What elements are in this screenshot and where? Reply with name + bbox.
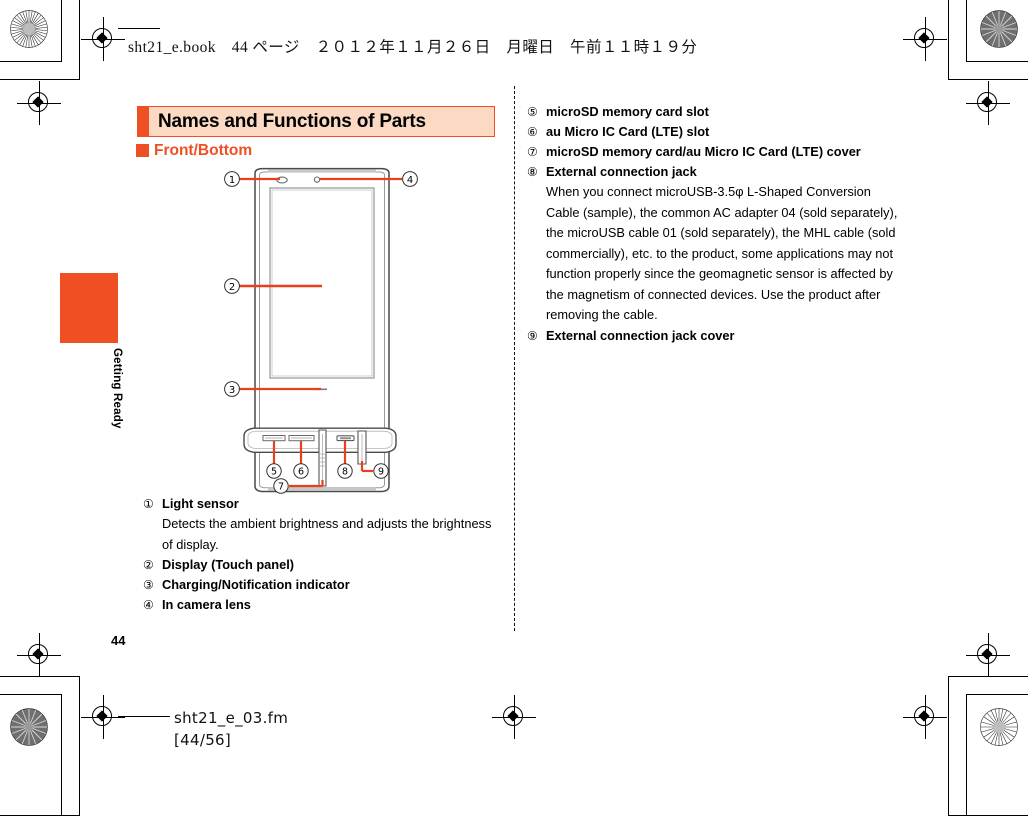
parts-list-item-term: au Micro IC Card (LTE) slot bbox=[546, 124, 710, 139]
parts-list-item-number: ① bbox=[143, 497, 154, 511]
registration-mark-top-right-lower bbox=[966, 81, 1010, 125]
device-bottom-edge-diagram: 5 6 7 8 9 bbox=[240, 424, 400, 494]
parts-list-item-number: ⑧ bbox=[527, 165, 538, 179]
parts-list-item-body: Display (Touch panel) bbox=[162, 555, 493, 575]
footer-page-range: [44/56] bbox=[174, 731, 232, 749]
parts-list-item-number: ⑤ bbox=[527, 105, 538, 119]
parts-list-item-body: Light sensor Detects the ambient brightne… bbox=[162, 494, 493, 555]
parts-list-item-body: Charging/Notification indicator bbox=[162, 575, 493, 595]
parts-list-item-number: ② bbox=[143, 558, 154, 572]
parts-list-item-term: Light sensor bbox=[162, 496, 239, 511]
parts-list-item: ⑤ microSD memory card slot bbox=[527, 102, 902, 122]
header-filename-date: sht21_e.book 44 ページ ２０１２年１１月２６日 月曜日 午前１１… bbox=[128, 39, 698, 56]
chapter-tab-label: Getting Ready bbox=[111, 348, 123, 429]
parts-list-item-term: Charging/Notification indicator bbox=[162, 577, 350, 592]
parts-list-item: ① Light sensor Detects the ambient brightn… bbox=[143, 494, 493, 555]
print-starburst-bottom-left bbox=[10, 708, 48, 746]
registration-mark-bottom-right bbox=[966, 633, 1010, 677]
parts-list-item: ⑧ External connection jack When you connec… bbox=[527, 162, 902, 326]
section-title-accent-block bbox=[138, 107, 149, 136]
crop-box-bottom-right bbox=[966, 694, 1028, 816]
parts-list-item: ⑥ au Micro IC Card (LTE) slot bbox=[527, 122, 902, 142]
svg-text:2: 2 bbox=[229, 282, 235, 293]
print-starburst-top-right bbox=[980, 10, 1018, 48]
parts-list-item-body: External connection jack When you connect… bbox=[546, 162, 902, 326]
parts-list-item: ③ Charging/Notification indicator bbox=[143, 575, 493, 595]
crop-box-bottom-left bbox=[0, 694, 62, 816]
registration-mark-bottom-center bbox=[492, 695, 536, 739]
crop-box-top-right-inner bbox=[948, 0, 1028, 80]
svg-text:5: 5 bbox=[271, 467, 277, 478]
svg-text:3: 3 bbox=[229, 385, 235, 396]
parts-list-item-number: ④ bbox=[143, 598, 154, 612]
crop-box-bottom-right-inner bbox=[948, 676, 1028, 816]
parts-list-item-term: microSD memory card/au Micro IC Card (LT… bbox=[546, 144, 861, 159]
footer-file-info: sht21_e_03.fm [44/56] bbox=[174, 707, 288, 751]
footer-filename: sht21_e_03.fm bbox=[174, 709, 289, 727]
page-number: 44 bbox=[111, 633, 126, 648]
header-rule bbox=[118, 28, 160, 30]
svg-text:6: 6 bbox=[298, 467, 304, 478]
section-title-bar: Names and Functions of Parts bbox=[137, 106, 495, 137]
parts-list-item: ⑨ External connection jack cover bbox=[527, 326, 902, 346]
parts-list-right: ⑤ microSD memory card slot ⑥ au Micro IC Ca… bbox=[527, 102, 902, 346]
chapter-tab-block bbox=[60, 273, 118, 343]
svg-text:8: 8 bbox=[342, 467, 348, 478]
footer-rule bbox=[118, 716, 170, 718]
registration-mark-top-left-lower bbox=[17, 81, 61, 125]
crop-box-top-left bbox=[0, 0, 62, 62]
print-starburst-top-left bbox=[10, 10, 48, 48]
parts-list-item-number: ⑨ bbox=[527, 328, 538, 343]
parts-list-item-number: ③ bbox=[143, 578, 154, 592]
print-starburst-bottom-right bbox=[980, 708, 1018, 746]
subsection-marker-icon bbox=[136, 144, 149, 157]
parts-list-item-number: ⑦ bbox=[527, 145, 538, 159]
parts-list-item: ⑦ microSD memory card/au Micro IC Card (L… bbox=[527, 142, 902, 162]
parts-list-item-term: External connection jack cover bbox=[546, 327, 735, 343]
svg-text:1: 1 bbox=[229, 175, 235, 186]
parts-list-item-term: microSD memory card slot bbox=[546, 104, 709, 119]
parts-list-left: ① Light sensor Detects the ambient brightn… bbox=[143, 494, 493, 615]
page-title: Names and Functions of Parts bbox=[158, 111, 426, 132]
crop-box-bottom-left-inner bbox=[0, 676, 80, 816]
crop-box-top-right bbox=[966, 0, 1028, 62]
svg-text:4: 4 bbox=[407, 175, 413, 186]
svg-text:9: 9 bbox=[378, 467, 384, 478]
parts-list-item: ② Display (Touch panel) bbox=[143, 555, 493, 575]
registration-mark-top-right bbox=[903, 17, 947, 61]
parts-list-item-term: Display (Touch panel) bbox=[162, 557, 295, 572]
parts-list-item: ④ In camera lens bbox=[143, 595, 493, 615]
subsection-heading-label: Front/Bottom bbox=[154, 142, 253, 159]
parts-list-item-description: When you connect microUSB-3.5φ L-Shaped … bbox=[546, 184, 898, 322]
column-divider bbox=[514, 86, 515, 631]
parts-list-item-term: External connection jack bbox=[546, 164, 697, 179]
crop-box-top-left-inner bbox=[0, 0, 80, 80]
parts-list-item-number: ⑥ bbox=[527, 125, 538, 139]
registration-mark-bottom-right-lower bbox=[903, 695, 947, 739]
parts-list-item-term: In camera lens bbox=[162, 597, 251, 612]
parts-list-item-body: External connection jack cover bbox=[546, 326, 902, 346]
parts-list-item-body: microSD memory card/au Micro IC Card (LT… bbox=[546, 142, 902, 162]
parts-list-item-description: Detects the ambient brightness and adjus… bbox=[162, 516, 492, 552]
parts-list-item-body: au Micro IC Card (LTE) slot bbox=[546, 122, 902, 142]
registration-mark-bottom-left bbox=[17, 633, 61, 677]
parts-list-item-body: microSD memory card slot bbox=[546, 102, 902, 122]
registration-mark-top-left bbox=[81, 17, 125, 61]
parts-list-item-body: In camera lens bbox=[162, 595, 493, 615]
svg-text:7: 7 bbox=[278, 482, 284, 493]
